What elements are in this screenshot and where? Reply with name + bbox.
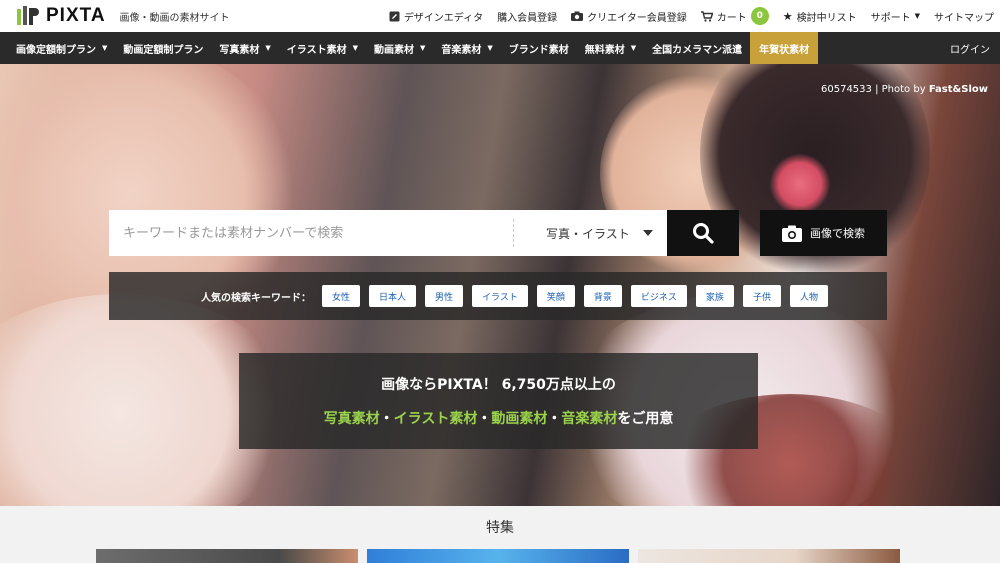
search-box: 写真・イラスト bbox=[109, 210, 667, 256]
chevron-down-icon: ▼ bbox=[419, 44, 426, 52]
promo-part: 動画素材 bbox=[491, 411, 548, 427]
hero-banner: 60574533 | Photo by Fast&Slow 写真・イラスト 画像… bbox=[0, 64, 1000, 506]
nav-videos[interactable]: 動画素材 ▼ bbox=[366, 32, 433, 64]
features-title: 特集 bbox=[486, 520, 514, 536]
popular-keywords-label: 人気の検索キーワード： bbox=[201, 292, 311, 304]
brand-name: PIXTA bbox=[46, 5, 106, 26]
camera-icon bbox=[571, 11, 584, 21]
nav-label: イラスト素材 bbox=[286, 44, 347, 56]
promo-subline: 写真素材・イラスト素材・動画素材・音楽素材をご用意 bbox=[324, 408, 674, 428]
keyword-chip[interactable]: 家族 bbox=[695, 285, 734, 307]
nav-label: 写真素材 bbox=[219, 44, 260, 56]
cart-label: カート bbox=[716, 12, 747, 24]
popular-keywords: 人気の検索キーワード： 女性 日本人 男性 イラスト 笑顔 背景 ビジネス 家族… bbox=[109, 272, 887, 320]
chevron-down-icon bbox=[643, 230, 653, 236]
image-search-button[interactable]: 画像で検索 bbox=[760, 210, 887, 256]
nav-label: 年賀状素材 bbox=[759, 44, 810, 56]
keyword-chip[interactable]: 男性 bbox=[425, 285, 464, 307]
nav-label: ブランド素材 bbox=[508, 44, 569, 56]
chevron-down-icon: ▼ bbox=[487, 44, 493, 52]
promo-part: をご用意 bbox=[617, 411, 674, 427]
nav-video-subscription[interactable]: 動画定額制プラン bbox=[115, 32, 211, 64]
cart-icon bbox=[700, 10, 713, 22]
support-label: サポート bbox=[870, 12, 911, 24]
nav-label: 動画定額制プラン bbox=[123, 44, 204, 56]
promo-part: 音楽素材 bbox=[561, 411, 618, 427]
image-search-label: 画像で検索 bbox=[810, 227, 865, 240]
feature-card[interactable] bbox=[367, 549, 629, 563]
promo-part: イラスト素材 bbox=[393, 411, 478, 427]
promo-headline: 画像ならPIXTA！ 6,750万点以上の bbox=[381, 377, 616, 393]
nav-free[interactable]: 無料素材 ▼ bbox=[577, 32, 644, 64]
pixta-logo-icon bbox=[17, 6, 39, 25]
nav-photographer-dispatch[interactable]: 全国カメラマン派遣 bbox=[644, 32, 750, 64]
login-link[interactable]: ログイン bbox=[950, 32, 990, 64]
nav-label: 無料素材 bbox=[584, 44, 625, 56]
nav-label: 動画素材 bbox=[373, 44, 414, 56]
sitemap-link[interactable]: サイトマップ bbox=[934, 9, 994, 24]
edit-icon bbox=[389, 11, 400, 21]
main-nav: 画像定額制プラン ▼ 動画定額制プラン 写真素材 ▼ イラスト素材 ▼ 動画素材 ▼ 音… bbox=[0, 32, 1000, 64]
search-button[interactable] bbox=[667, 210, 739, 256]
photo-id: 60574533 bbox=[821, 84, 872, 95]
photo-by-prefix: | Photo by bbox=[875, 84, 926, 95]
search-input[interactable] bbox=[109, 210, 513, 256]
keyword-chip[interactable]: 子供 bbox=[742, 285, 781, 307]
wishlist-label: 検討中リスト bbox=[796, 12, 857, 24]
category-select-value: 写真・イラスト bbox=[546, 226, 630, 241]
promo-part: 写真素材 bbox=[323, 411, 380, 427]
logo[interactable]: PIXTA bbox=[16, 5, 106, 27]
star-icon: ★ bbox=[782, 9, 793, 23]
chevron-down-icon: ▼ bbox=[102, 44, 108, 52]
keyword-chip[interactable]: 日本人 bbox=[369, 285, 417, 307]
feature-card[interactable] bbox=[638, 549, 900, 563]
top-bar: PIXTA 画像・動画の素材サイト デザインエディタ 購入会員登録 クリエイター… bbox=[0, 0, 1000, 32]
keyword-chip[interactable]: 背景 bbox=[583, 285, 622, 307]
support-link[interactable]: サポート ▼ bbox=[871, 9, 920, 24]
keyword-chip[interactable]: イラスト bbox=[472, 285, 528, 307]
wishlist-link[interactable]: ★ 検討中リスト bbox=[783, 9, 857, 24]
photographer-name[interactable]: Fast&Slow bbox=[929, 84, 988, 95]
nav-label: 画像定額制プラン bbox=[16, 44, 96, 56]
promo-box: 画像ならPIXTA！ 6,750万点以上の 写真素材・イラスト素材・動画素材・音… bbox=[239, 353, 758, 449]
keyword-chip[interactable]: 女性 bbox=[322, 285, 361, 307]
keyword-chip[interactable]: ビジネス bbox=[630, 285, 687, 307]
header-links: デザインエディタ 購入会員登録 クリエイター会員登録 カート 0 ★ 検討中リス… bbox=[389, 0, 994, 32]
design-editor-link[interactable]: デザインエディタ bbox=[389, 9, 483, 24]
feature-card[interactable] bbox=[96, 549, 358, 563]
sitemap-label: サイトマップ bbox=[934, 12, 994, 24]
nav-brand[interactable]: ブランド素材 bbox=[501, 32, 577, 64]
nav-label: 全国カメラマン派遣 bbox=[652, 44, 743, 56]
buyer-register-link[interactable]: 購入会員登録 bbox=[497, 9, 557, 24]
chevron-down-icon: ▼ bbox=[265, 44, 271, 52]
chevron-down-icon: ▼ bbox=[352, 44, 358, 52]
creator-register-link[interactable]: クリエイター会員登録 bbox=[571, 9, 687, 24]
cart-count-badge: 0 bbox=[750, 7, 769, 25]
tagline: 画像・動画の素材サイト bbox=[119, 12, 230, 24]
keyword-chip[interactable]: 笑顔 bbox=[536, 285, 575, 307]
nav-image-subscription[interactable]: 画像定額制プラン ▼ bbox=[0, 32, 115, 64]
chevron-down-icon: ▼ bbox=[914, 12, 920, 20]
chevron-down-icon: ▼ bbox=[630, 44, 637, 52]
nav-illustrations[interactable]: イラスト素材 ▼ bbox=[279, 32, 366, 64]
nav-photos[interactable]: 写真素材 ▼ bbox=[211, 32, 278, 64]
promo-part: ・ bbox=[379, 411, 394, 427]
nav-new-year-cards[interactable]: 年賀状素材 bbox=[750, 32, 819, 64]
camera-icon bbox=[782, 225, 802, 242]
promo-part: ・ bbox=[547, 411, 562, 427]
nav-label: 音楽素材 bbox=[441, 44, 482, 56]
search-icon bbox=[693, 223, 714, 244]
hero-photo-decor bbox=[770, 154, 830, 214]
promo-part: ・ bbox=[477, 411, 492, 427]
buyer-register-label: 購入会員登録 bbox=[497, 12, 558, 24]
design-editor-label: デザインエディタ bbox=[403, 12, 484, 24]
creator-register-label: クリエイター会員登録 bbox=[587, 12, 687, 24]
nav-music[interactable]: 音楽素材 ▼ bbox=[433, 32, 500, 64]
photo-credit: 60574533 | Photo by Fast&Slow bbox=[821, 84, 988, 95]
keyword-chip[interactable]: 人物 bbox=[789, 285, 828, 307]
category-select[interactable]: 写真・イラスト bbox=[514, 225, 667, 242]
cart-link[interactable]: カート 0 bbox=[700, 7, 769, 25]
